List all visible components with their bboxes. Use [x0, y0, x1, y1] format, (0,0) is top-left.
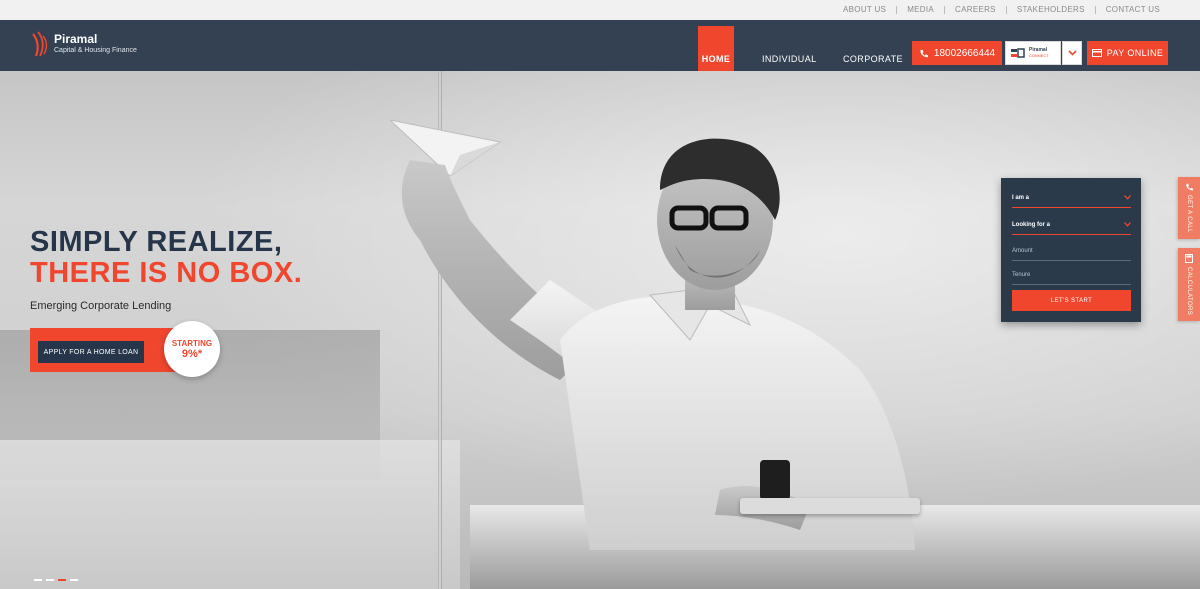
- looking-for-select-label: Looking for a: [1012, 221, 1050, 228]
- link-media[interactable]: MEDIA: [897, 5, 944, 14]
- looking-for-select[interactable]: Looking for a: [1012, 215, 1131, 235]
- slider-dot[interactable]: [70, 579, 78, 581]
- link-careers[interactable]: CAREERS: [945, 5, 1006, 14]
- pay-online-button[interactable]: PAY ONLINE: [1087, 41, 1168, 65]
- utility-bar: ABOUT US MEDIA CAREERS STAKEHOLDERS CONT…: [0, 0, 1200, 20]
- pay-online-label: PAY ONLINE: [1106, 48, 1164, 58]
- slider-dot[interactable]: [34, 579, 42, 581]
- connect-logo-icon: [1011, 48, 1025, 58]
- phone-icon: [1186, 183, 1193, 191]
- hero-person-image: [390, 119, 915, 550]
- piramal-logo-icon: [32, 31, 48, 57]
- get-a-call-tab[interactable]: GET A CALL: [1178, 177, 1200, 239]
- calculators-tab[interactable]: CALCULATORS: [1178, 248, 1200, 321]
- get-a-call-label: GET A CALL: [1186, 195, 1192, 233]
- main-navbar: Piramal Capital & Housing Finance HOME I…: [0, 20, 1200, 71]
- brand-name: Piramal: [54, 32, 98, 46]
- rate-badge-label: STARTING: [171, 338, 213, 348]
- card-icon: [1091, 49, 1102, 57]
- link-stakeholders[interactable]: STAKEHOLDERS: [1007, 5, 1095, 14]
- calculators-label: CALCULATORS: [1186, 267, 1192, 316]
- link-contact-us[interactable]: CONTACT US: [1096, 5, 1170, 14]
- apply-home-loan-button[interactable]: APPLY FOR A HOME LOAN: [38, 341, 144, 363]
- hero-subtitle: Emerging Corporate Lending: [30, 300, 172, 312]
- quick-loan-form: I am a Looking for a Amount Tenure LET'S…: [1001, 178, 1141, 322]
- piramal-connect-button[interactable]: Piramal CONNECT: [1005, 41, 1061, 65]
- phone-number: 18002666444: [933, 47, 996, 59]
- link-about-us[interactable]: ABOUT US: [833, 5, 896, 14]
- chevron-down-icon: [1124, 195, 1131, 200]
- brand-logo[interactable]: Piramal Capital & Housing Finance: [30, 30, 137, 58]
- phone-icon: [920, 49, 928, 57]
- calculator-icon: [1185, 254, 1193, 263]
- phone-button[interactable]: 18002666444: [912, 41, 1002, 65]
- nav-corporate[interactable]: CORPORATE: [843, 54, 903, 64]
- rate-badge-value: 9%*: [181, 347, 203, 360]
- laptop: [740, 498, 920, 514]
- iam-select-label: I am a: [1012, 194, 1030, 201]
- hero-headline-line2: THERE IS NO BOX.: [30, 257, 303, 289]
- brand-tagline: Capital & Housing Finance: [54, 47, 137, 54]
- chevron-down-icon: [1067, 50, 1077, 56]
- slider-dot-active[interactable]: [58, 579, 66, 581]
- tenure-input[interactable]: Tenure: [1012, 265, 1131, 285]
- rate-badge: STARTING 9%*: [164, 321, 220, 377]
- connect-sublabel: CONNECT: [1029, 53, 1049, 58]
- iam-select[interactable]: I am a: [1012, 188, 1131, 208]
- nav-home[interactable]: HOME: [698, 26, 734, 71]
- amount-input[interactable]: Amount: [1012, 241, 1131, 261]
- hero-headline-line1: SIMPLY REALIZE,: [30, 226, 283, 258]
- connect-dropdown-button[interactable]: [1062, 41, 1082, 65]
- lets-start-button[interactable]: LET'S START: [1012, 290, 1131, 311]
- slider-dots: [34, 579, 78, 581]
- slider-dot[interactable]: [46, 579, 54, 581]
- chevron-down-icon: [1124, 222, 1131, 227]
- nav-individual[interactable]: INDIVIDUAL: [762, 54, 817, 64]
